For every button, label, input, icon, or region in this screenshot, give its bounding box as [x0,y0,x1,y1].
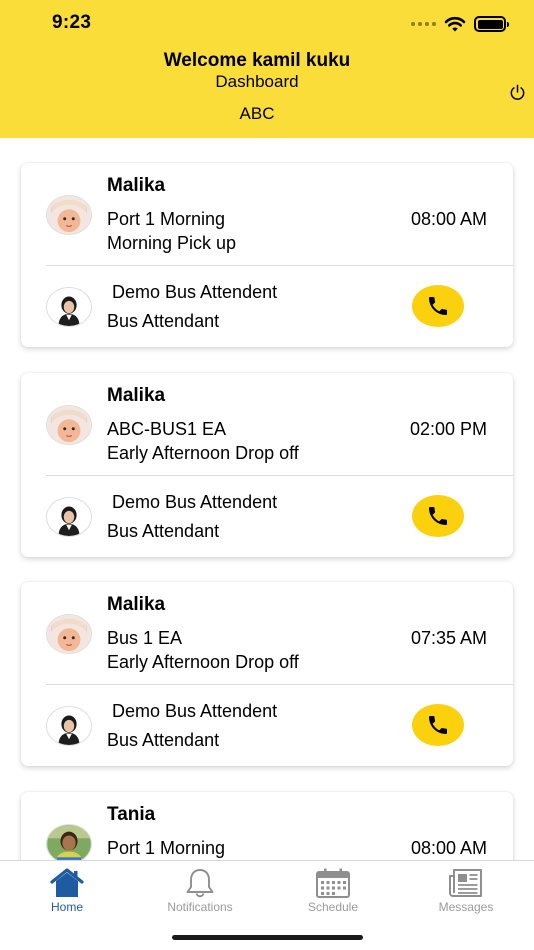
divider [46,684,513,685]
divider [46,265,513,266]
tab-messages[interactable]: Messages [416,861,516,919]
attendant-name: Demo Bus Attendent [107,282,278,302]
trip-card[interactable]: Malika ABC-BUS1 EA 02:00 PM Early Aftern… [21,373,513,557]
attendant-avatar [46,497,92,537]
home-indicator[interactable] [172,935,363,940]
attendant-name: Demo Bus Attendent [107,492,278,512]
trip-time: 08:00 AM [410,209,487,229]
power-icon[interactable] [508,83,527,102]
tab-label: Home [50,900,83,914]
phone-icon [429,507,447,525]
attendant-avatar [46,287,92,327]
route-name: Port 1 Morning [107,209,226,229]
app-header: 9:23 Welcome kamil kuku Dashboard ABC [0,0,534,138]
attendant-role: Bus Attendant [107,521,220,541]
trip-time: 08:00 AM [410,838,487,858]
attendant-role: Bus Attendant [107,730,220,750]
call-attendant-button[interactable] [412,704,464,746]
call-attendant-button[interactable] [412,495,464,537]
newspaper-icon [449,869,482,897]
phone-icon [429,716,447,734]
trip-type: Morning Pick up [107,233,237,253]
trip-type: Early Afternoon Drop off [107,443,299,463]
school-name: ABC [239,104,275,123]
attendant-role: Bus Attendant [107,311,220,331]
tab-notifications[interactable]: Notifications [150,861,250,919]
bell-icon [186,869,214,898]
status-time: 9:23 [52,12,92,33]
student-avatar [46,614,92,654]
student-avatar [46,195,92,235]
status-icons [411,14,509,34]
student-name: Malika [107,175,166,196]
wifi-icon [444,16,466,32]
attendant-name: Demo Bus Attendent [107,701,278,721]
calendar-icon [316,868,350,898]
home-icon [50,868,84,897]
student-name: Tania [107,804,156,825]
tab-home[interactable]: Home [17,861,117,919]
trip-list[interactable]: Malika Port 1 Morning 08:00 AM Morning P… [0,138,534,860]
cellular-signal-icon [411,22,436,26]
trip-card[interactable]: Malika Bus 1 EA 07:35 AM Early Afternoon… [21,582,513,766]
tab-label: Schedule [307,900,359,914]
tab-label: Notifications [167,900,233,914]
tab-label: Messages [438,900,494,914]
route-name: ABC-BUS1 EA [107,419,227,439]
welcome-title: Welcome kamil kuku [163,50,351,71]
student-name: Malika [107,385,166,406]
trip-type: Early Afternoon Drop off [107,652,299,672]
tab-schedule[interactable]: Schedule [283,861,383,919]
battery-icon [474,16,509,32]
student-avatar [46,824,92,860]
attendant-avatar [46,706,92,746]
student-avatar [46,405,92,445]
trip-time: 02:00 PM [409,419,487,439]
divider [46,475,513,476]
trip-card[interactable]: Tania Port 1 Morning 08:00 AM [21,792,513,860]
trip-card[interactable]: Malika Port 1 Morning 08:00 AM Morning P… [21,163,513,347]
phone-icon [429,297,447,315]
student-name: Malika [107,594,166,615]
route-name: Bus 1 EA [107,628,183,648]
route-name: Port 1 Morning [107,838,226,858]
trip-time: 07:35 AM [410,628,487,648]
call-attendant-button[interactable] [412,285,464,327]
page-title: Dashboard [215,72,299,91]
